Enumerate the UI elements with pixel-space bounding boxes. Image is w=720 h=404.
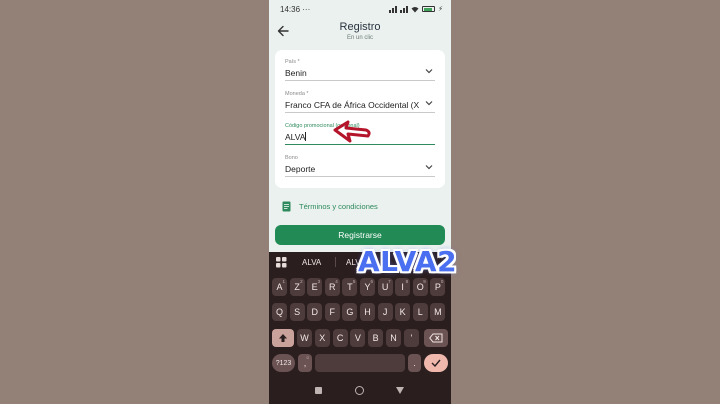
navigation-bar [269, 378, 451, 404]
bonus-label: Bono [285, 155, 298, 161]
key-k[interactable]: K [395, 303, 411, 321]
currency-label: Moneda * [285, 91, 309, 97]
numbers-key[interactable]: ?123 [272, 354, 295, 372]
key-hint: 3 [317, 279, 321, 284]
suggestion-1[interactable]: ALVA [302, 258, 321, 267]
comma-key[interactable]: , ☺ [298, 354, 312, 372]
key-e[interactable]: E3 [307, 278, 323, 296]
space-key[interactable] [315, 354, 405, 372]
key-z[interactable]: Z2 [289, 278, 305, 296]
overlay-caption: ALVA2 [358, 245, 458, 278]
home-icon[interactable] [355, 386, 364, 395]
key-hint: 5 [352, 279, 356, 284]
key-d[interactable]: D [307, 303, 323, 321]
signal-icon-2 [400, 5, 409, 13]
key-h[interactable]: H [360, 303, 375, 321]
bonus-select[interactable]: Bono Deporte [285, 155, 435, 177]
key-v[interactable]: V [350, 329, 366, 347]
key-hint: 7 [388, 279, 391, 284]
chevron-down-icon [425, 101, 433, 106]
key-j[interactable]: J [377, 303, 393, 321]
back-nav-icon[interactable] [396, 387, 404, 394]
key-i[interactable]: I8 [395, 278, 411, 296]
key-hint: 8 [405, 279, 409, 284]
page-title: Registro [339, 21, 381, 33]
country-value: Benin [285, 68, 307, 78]
emoji-hint-icon: ☺ [305, 355, 310, 360]
checkmark-icon [431, 359, 441, 367]
key-p[interactable]: P0 [430, 278, 446, 296]
page-subtitle: En un clic [346, 35, 373, 41]
key-f[interactable]: F [324, 303, 340, 321]
registration-form: País * Benin Moneda * Franco CFA de Áfri… [275, 50, 445, 188]
country-select[interactable]: País * Benin [285, 59, 435, 81]
status-time: 14:36 ··· [280, 4, 311, 14]
signal-icon [389, 5, 398, 13]
backspace-key[interactable] [424, 329, 448, 347]
key-c[interactable]: C [332, 329, 348, 347]
status-bar: 14:36 ··· ⚡ [269, 0, 451, 18]
field-underline [285, 176, 435, 177]
key-l[interactable]: L [412, 303, 428, 321]
shift-arrow-icon [279, 334, 287, 342]
apps-grid-icon[interactable] [276, 256, 287, 268]
key-t[interactable]: T5 [342, 278, 358, 296]
recent-apps-icon[interactable] [315, 387, 322, 394]
chevron-down-icon [425, 69, 433, 74]
currency-select[interactable]: Moneda * Franco CFA de África Occidental… [285, 91, 435, 113]
terms-link[interactable]: Términos y condiciones [282, 201, 378, 212]
key-u[interactable]: U7 [377, 278, 393, 296]
bonus-value: Deporte [285, 164, 316, 174]
key-w[interactable]: W [297, 329, 312, 347]
page-header: Registro En un clic [269, 18, 451, 46]
wifi-icon [411, 6, 419, 12]
key-apostrophe[interactable]: ' [403, 329, 419, 347]
document-icon [282, 201, 291, 212]
key-y[interactable]: Y6 [360, 278, 375, 296]
key-hint: 1 [282, 279, 285, 284]
keyboard-row-4: ?123 , ☺ . [269, 354, 451, 372]
key-m[interactable]: M [430, 303, 446, 321]
backspace-icon [429, 333, 443, 343]
key-g[interactable]: G [342, 303, 358, 321]
suggestion-divider [335, 257, 336, 267]
enter-key[interactable] [424, 354, 448, 372]
field-underline [285, 112, 435, 113]
key-o[interactable]: O9 [412, 278, 428, 296]
keyboard-row-2: QSDFGHJKLM [269, 303, 451, 321]
key-hint: 2 [300, 279, 303, 284]
battery-icon [422, 6, 436, 12]
terms-label: Términos y condiciones [299, 202, 378, 211]
key-hint: 6 [370, 279, 373, 284]
shift-key[interactable] [272, 329, 294, 347]
charging-icon: ⚡ [438, 6, 443, 13]
key-s[interactable]: S [289, 303, 305, 321]
period-key[interactable]: . [408, 354, 421, 372]
text-cursor [305, 132, 307, 141]
key-r[interactable]: R4 [324, 278, 340, 296]
annotation-arrow-icon [333, 120, 371, 143]
keyboard-row-3: W X C V B N ' [269, 329, 451, 347]
key-hint: 9 [423, 279, 426, 284]
key-n[interactable]: N [386, 329, 401, 347]
currency-value: Franco CFA de África Occidental (X [285, 100, 420, 110]
keyboard-row-1: A1Z2E3R4T5Y6U7I8O9P0 [269, 278, 451, 296]
register-button[interactable]: Registrarse [275, 225, 445, 245]
key-q[interactable]: Q [272, 303, 287, 321]
chevron-down-icon [425, 165, 433, 170]
key-a[interactable]: A1 [272, 278, 287, 296]
country-label: País * [285, 59, 300, 65]
key-hint: 0 [440, 279, 444, 284]
key-hint: 4 [335, 279, 338, 284]
key-b[interactable]: B [368, 329, 384, 347]
phone-screen: 14:36 ··· ⚡ Registro En un clic País * B… [269, 0, 451, 404]
field-underline [285, 80, 435, 81]
status-icons: ⚡ [389, 5, 443, 13]
key-x[interactable]: X [314, 329, 330, 347]
